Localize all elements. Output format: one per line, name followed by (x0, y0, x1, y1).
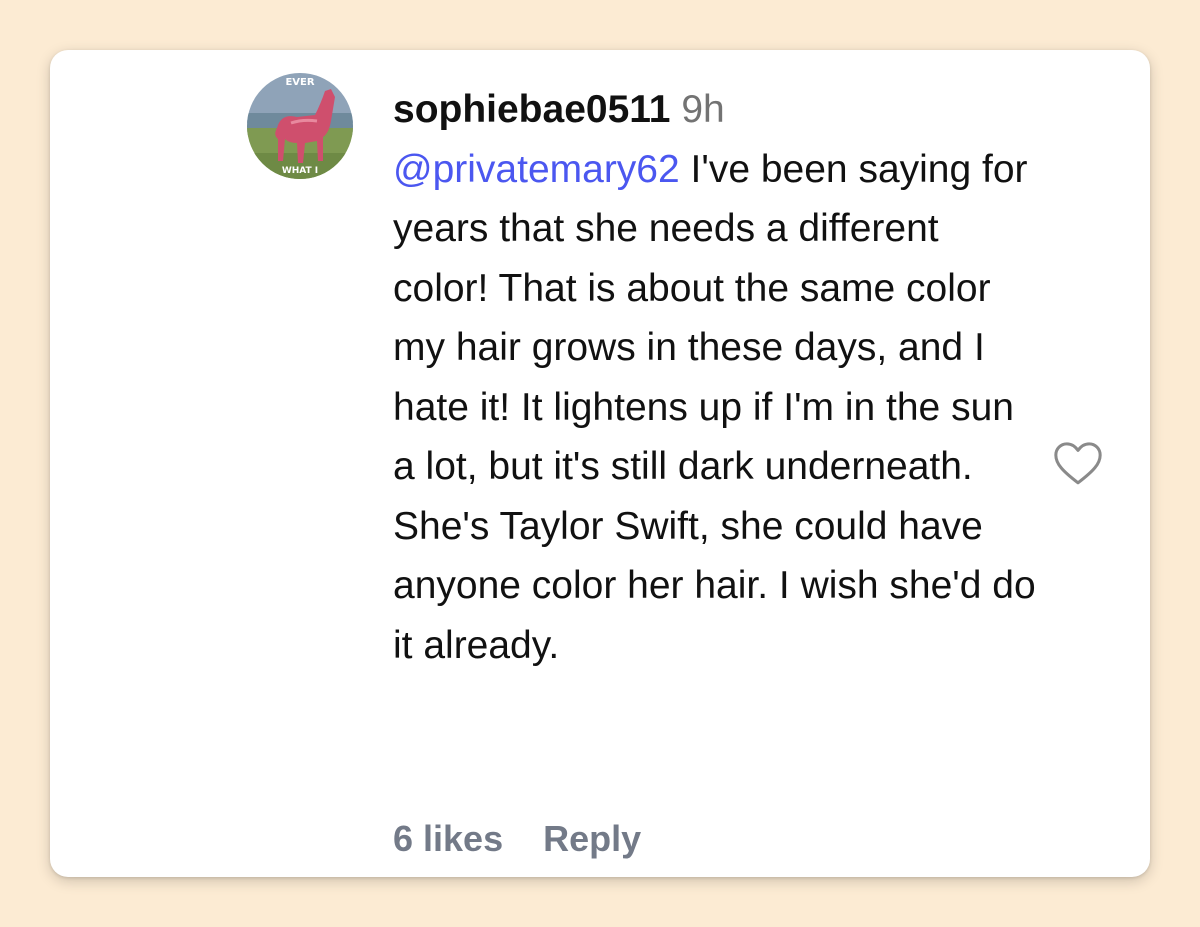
avatar-image: EVER WHAT I (247, 73, 353, 179)
comment-content: sophiebae0511 9h @privatemary62 I've bee… (393, 80, 1038, 675)
username-link[interactable]: sophiebae0511 (393, 88, 671, 131)
comment-text-block: sophiebae0511 9h @privatemary62 I've bee… (393, 80, 1038, 675)
heart-icon (1054, 442, 1102, 485)
avatar-bottom-text: WHAT I (282, 166, 318, 176)
avatar-top-text: EVER (285, 77, 314, 88)
mention-link[interactable]: @privatemary62 (393, 148, 680, 191)
like-button[interactable] (1050, 435, 1106, 491)
likes-count[interactable]: 6 likes (393, 818, 503, 860)
reply-button[interactable]: Reply (543, 818, 641, 860)
comment-timestamp[interactable]: 9h (681, 88, 724, 131)
comment-card: EVER WHAT I sophiebae0511 9h @privatemar… (50, 50, 1150, 877)
avatar[interactable]: EVER WHAT I (247, 73, 353, 179)
comment-footer: 6 likes Reply (393, 818, 641, 860)
comment-body: I've been saying for years that she need… (393, 147, 1036, 667)
